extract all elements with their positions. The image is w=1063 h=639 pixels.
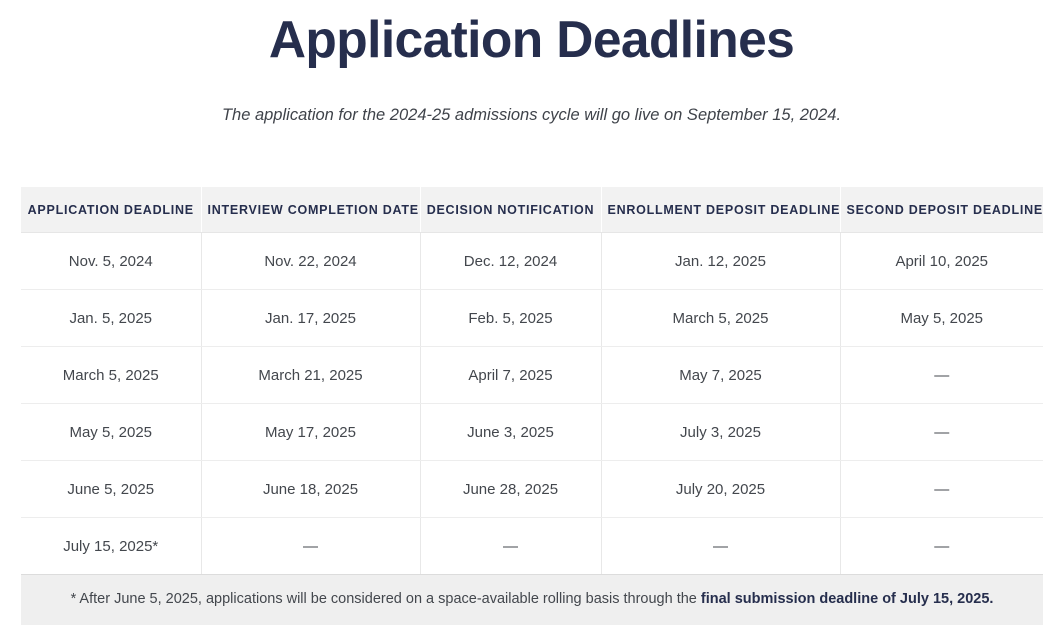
subtitle-text: The application for the 2024-25 admissio… <box>221 106 842 124</box>
cell-application-deadline: March 5, 2025 <box>21 346 202 404</box>
column-header-second-deposit-deadline: SECOND DEPOSIT DEADLINE <box>840 187 1043 233</box>
cell-enrollment-deposit-deadline: — <box>601 517 841 575</box>
cell-decision-notification: June 3, 2025 <box>420 403 602 461</box>
column-header-interview-completion-date: INTERVIEW COMPLETION DATE <box>201 187 421 233</box>
table-footnote: * After June 5, 2025, applications will … <box>21 575 1043 625</box>
cell-enrollment-deposit-deadline: Jan. 12, 2025 <box>601 232 841 290</box>
cell-decision-notification: Feb. 5, 2025 <box>420 289 602 347</box>
cell-application-deadline: May 5, 2025 <box>21 403 202 461</box>
cell-application-deadline: July 15, 2025* <box>21 517 202 575</box>
cell-enrollment-deposit-deadline: July 3, 2025 <box>601 403 841 461</box>
deadlines-table-wrapper: APPLICATION DEADLINE INTERVIEW COMPLETIO… <box>21 187 1043 625</box>
table-header-row: APPLICATION DEADLINE INTERVIEW COMPLETIO… <box>21 187 1043 233</box>
page-title: Application Deadlines <box>268 11 795 69</box>
cell-second-deposit-deadline: — <box>840 517 1043 575</box>
cell-application-deadline: Jan. 5, 2025 <box>21 289 202 347</box>
table-row: July 15, 2025* — — — — <box>21 517 1043 575</box>
cell-enrollment-deposit-deadline: March 5, 2025 <box>601 289 841 347</box>
cell-second-deposit-deadline: — <box>840 346 1043 404</box>
column-header-enrollment-deposit-deadline: ENROLLMENT DEPOSIT DEADLINE <box>601 187 841 233</box>
cell-second-deposit-deadline: April 10, 2025 <box>840 232 1043 290</box>
column-header-application-deadline: APPLICATION DEADLINE <box>21 187 202 233</box>
cell-enrollment-deposit-deadline: July 20, 2025 <box>601 460 841 518</box>
cell-interview-completion-date: Nov. 22, 2024 <box>201 232 421 290</box>
cell-decision-notification: June 28, 2025 <box>420 460 602 518</box>
deadlines-table: APPLICATION DEADLINE INTERVIEW COMPLETIO… <box>21 187 1043 575</box>
table-header: APPLICATION DEADLINE INTERVIEW COMPLETIO… <box>21 187 1043 233</box>
cell-second-deposit-deadline: May 5, 2025 <box>840 289 1043 347</box>
cell-interview-completion-date: June 18, 2025 <box>201 460 421 518</box>
table-body: Nov. 5, 2024 Nov. 22, 2024 Dec. 12, 2024… <box>21 232 1043 575</box>
cell-decision-notification: — <box>420 517 602 575</box>
table-row: June 5, 2025 June 18, 2025 June 28, 2025… <box>21 460 1043 518</box>
cell-decision-notification: April 7, 2025 <box>420 346 602 404</box>
column-header-decision-notification: DECISION NOTIFICATION <box>420 187 602 233</box>
deadlines-page: Application Deadlines The application fo… <box>0 0 1063 639</box>
cell-application-deadline: Nov. 5, 2024 <box>21 232 202 290</box>
footnote-emphasis-text: final submission deadline of July 15, 20… <box>700 591 994 607</box>
table-row: May 5, 2025 May 17, 2025 June 3, 2025 Ju… <box>21 403 1043 461</box>
cell-interview-completion-date: — <box>201 517 421 575</box>
cell-enrollment-deposit-deadline: May 7, 2025 <box>601 346 841 404</box>
cell-second-deposit-deadline: — <box>840 460 1043 518</box>
footnote-lead-text: * After June 5, 2025, applications will … <box>70 591 701 607</box>
table-row: Jan. 5, 2025 Jan. 17, 2025 Feb. 5, 2025 … <box>21 289 1043 347</box>
cell-interview-completion-date: March 21, 2025 <box>201 346 421 404</box>
cell-interview-completion-date: May 17, 2025 <box>201 403 421 461</box>
cell-application-deadline: June 5, 2025 <box>21 460 202 518</box>
cell-second-deposit-deadline: — <box>840 403 1043 461</box>
table-row: March 5, 2025 March 21, 2025 April 7, 20… <box>21 346 1043 404</box>
cell-interview-completion-date: Jan. 17, 2025 <box>201 289 421 347</box>
table-row: Nov. 5, 2024 Nov. 22, 2024 Dec. 12, 2024… <box>21 232 1043 290</box>
cell-decision-notification: Dec. 12, 2024 <box>420 232 602 290</box>
